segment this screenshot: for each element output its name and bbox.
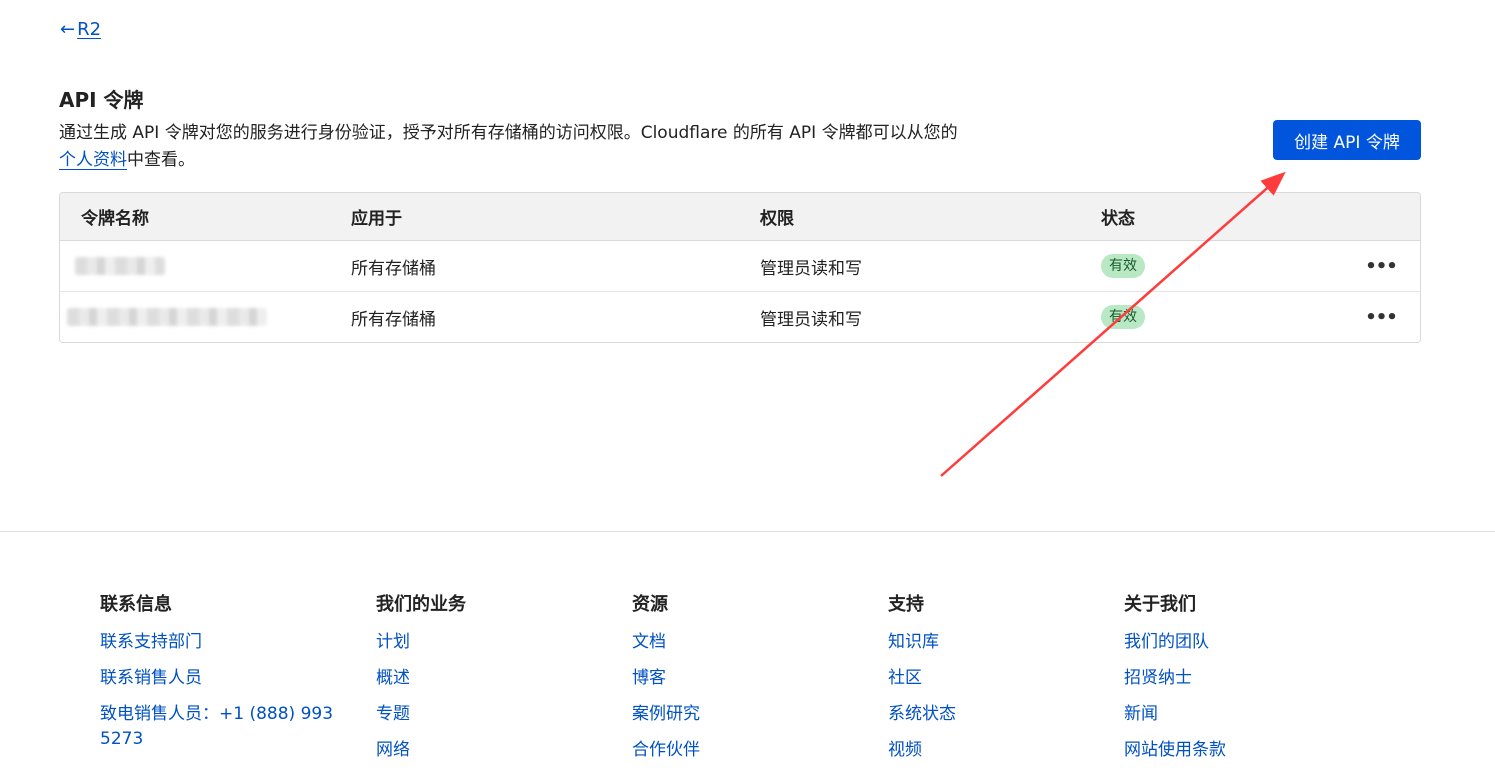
footer-heading-business: 我们的业务 [376,594,466,615]
footer-link-team[interactable]: 我们的团队 [1124,630,1344,655]
permission-cell: 管理员读和写 [760,258,862,279]
table-row: 所有存储桶 管理员读和写 有效 ••• [60,241,1420,292]
footer-link-system-status[interactable]: 系统状态 [888,702,1088,727]
back-link-r2[interactable]: ← R2 [60,19,101,40]
row-actions: ••• [1364,292,1398,342]
column-header-applies-to: 应用于 [351,209,402,229]
footer-heading-about: 关于我们 [1124,594,1196,615]
footer-link-community[interactable]: 社区 [888,666,1088,691]
footer-link-blog[interactable]: 博客 [632,666,852,691]
redacted-token-name [75,257,165,275]
page-description: 通过生成 API 令牌对您的服务进行身份验证，授予对所有存储桶的访问权限。Clo… [59,120,999,174]
footer-column-support: 支持 知识库 社区 系统状态 视频 [888,592,1088,774]
footer-link-case-studies[interactable]: 案例研究 [632,702,852,727]
footer-link-network[interactable]: 网络 [376,738,596,763]
footer-column-resources: 资源 文档 博客 案例研究 合作伙伴 [632,592,852,774]
footer-link-contact-support[interactable]: 联系支持部门 [100,630,340,655]
more-options-icon[interactable]: ••• [1365,256,1398,277]
footer-column-about: 关于我们 我们的团队 招贤纳士 新闻 网站使用条款 [1124,592,1344,774]
footer-link-careers[interactable]: 招贤纳士 [1124,666,1344,691]
footer-link-plans[interactable]: 计划 [376,630,596,655]
description-suffix: 中查看。 [127,150,195,170]
create-api-token-button[interactable]: 创建 API 令牌 [1273,120,1421,160]
row-actions: ••• [1364,241,1398,291]
footer-heading-contact: 联系信息 [100,594,172,615]
back-link-label: R2 [77,19,102,40]
footer-link-videos[interactable]: 视频 [888,738,1088,763]
api-token-table: 令牌名称 应用于 权限 状态 所有存储桶 管理员读和写 有效 ••• 所有存储桶… [59,192,1421,343]
column-header-permissions: 权限 [760,209,794,229]
footer-column-contact: 联系信息 联系支持部门 联系销售人员 致电销售人员：+1 (888) 993 5… [100,592,340,763]
footer-link-terms[interactable]: 网站使用条款 [1124,738,1344,763]
footer-link-docs[interactable]: 文档 [632,630,852,655]
token-name-cell [67,292,267,342]
footer-link-press[interactable]: 新闻 [1124,702,1344,727]
column-header-token-name: 令牌名称 [81,209,149,229]
arrow-left-icon: ← [60,19,76,40]
redacted-token-name [67,308,267,326]
table-header: 令牌名称 应用于 权限 状态 [60,193,1420,241]
description-text: 通过生成 API 令牌对您的服务进行身份验证，授予对所有存储桶的访问权限。Clo… [59,123,958,143]
footer-link-contact-sales[interactable]: 联系销售人员 [100,666,340,691]
footer-heading-resources: 资源 [632,594,668,615]
footer-link-call-sales[interactable]: 致电销售人员：+1 (888) 993 5273 [100,702,340,752]
footer-link-partners[interactable]: 合作伙伴 [632,738,852,763]
applies-to-cell: 所有存储桶 [351,309,436,330]
permission-cell: 管理员读和写 [760,309,862,330]
footer-link-overview[interactable]: 概述 [376,666,596,691]
profile-link[interactable]: 个人资料 [59,150,127,170]
token-name-cell [75,241,165,291]
footer-link-knowledge-base[interactable]: 知识库 [888,630,1088,655]
column-header-status: 状态 [1101,209,1135,229]
status-cell: 有效 [1101,292,1145,342]
status-badge: 有效 [1101,305,1145,329]
status-badge: 有效 [1101,254,1145,278]
table-row: 所有存储桶 管理员读和写 有效 ••• [60,292,1420,342]
footer-divider [0,531,1495,532]
footer-heading-support: 支持 [888,594,924,615]
page-title: API 令牌 [59,88,144,112]
footer-link-features[interactable]: 专题 [376,702,596,727]
status-cell: 有效 [1101,241,1145,291]
applies-to-cell: 所有存储桶 [351,258,436,279]
more-options-icon[interactable]: ••• [1365,307,1398,328]
footer-column-business: 我们的业务 计划 概述 专题 网络 [376,592,596,774]
